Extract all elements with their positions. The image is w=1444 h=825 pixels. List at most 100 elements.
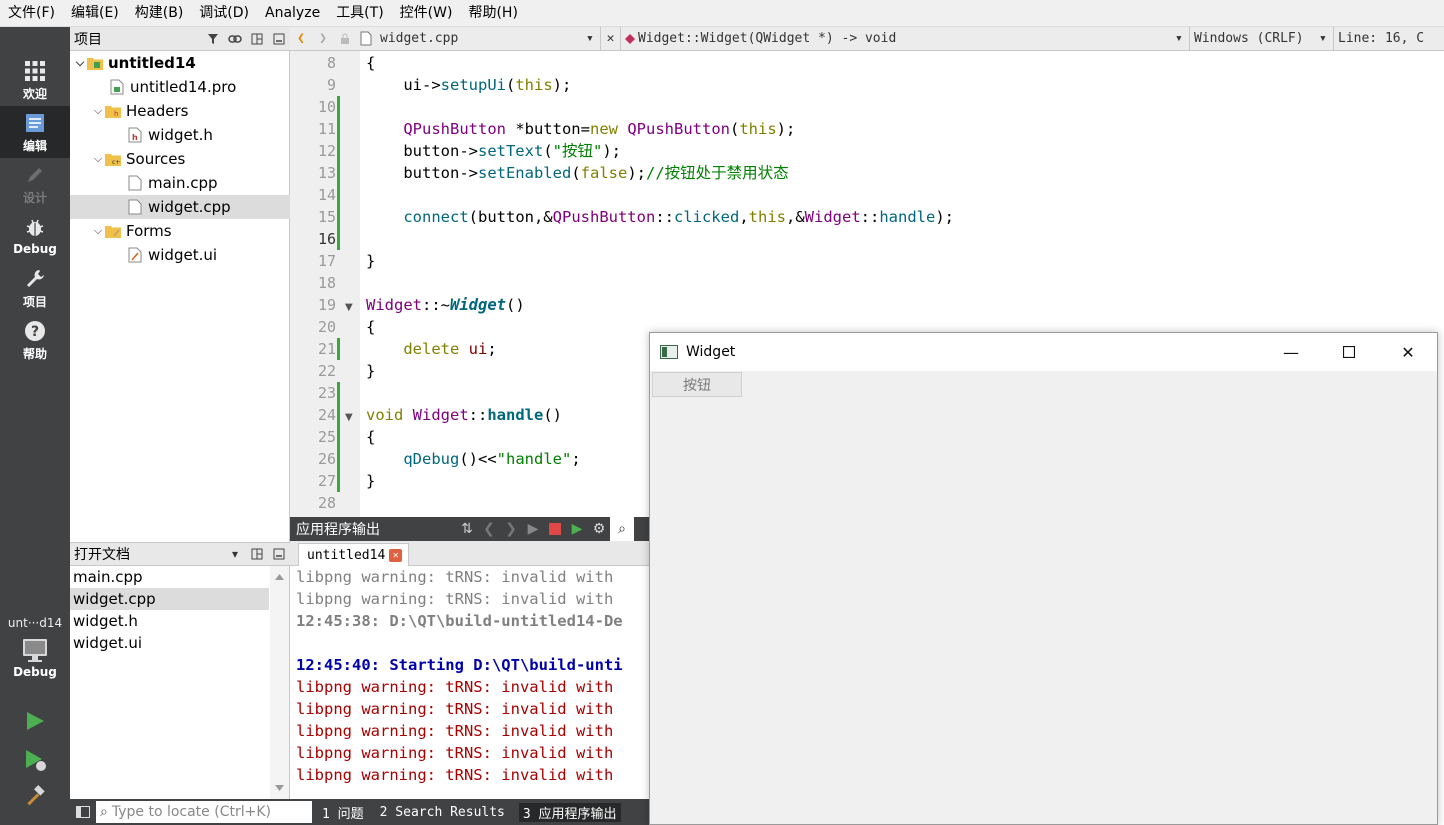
open-doc-item[interactable]: widget.ui	[70, 632, 269, 654]
code-line: button->setText("按钮");	[366, 142, 621, 160]
tree-item-main-cpp[interactable]: main.cpp	[70, 171, 290, 195]
tree-item-headers[interactable]: ⌵ h Headers	[70, 99, 290, 123]
open-doc-item[interactable]: widget.h	[70, 610, 269, 632]
mode-design[interactable]: 设计	[0, 158, 70, 210]
tree-item-widget-h[interactable]: h widget.h	[70, 123, 290, 147]
tree-item-pro[interactable]: untitled14.pro	[70, 75, 290, 99]
sidebar-toggle-icon[interactable]	[76, 806, 90, 818]
link-icon[interactable]	[224, 28, 246, 50]
tree-item-widget-cpp[interactable]: widget.cpp	[70, 195, 290, 219]
menu-debug[interactable]: 调试(D)	[191, 0, 257, 27]
menu-tools[interactable]: 工具(T)	[328, 0, 391, 27]
chevron-down-icon[interactable]: ⌵	[91, 152, 105, 166]
chevron-down-icon[interactable]: ▾	[1175, 27, 1189, 50]
widget-window-titlebar[interactable]: Widget — ✕	[650, 333, 1437, 371]
tree-item-label: widget.ui	[148, 246, 218, 264]
line-number: 9	[326, 76, 336, 94]
close-icon[interactable]: ✕	[389, 548, 403, 562]
mode-label: 设计	[22, 190, 47, 205]
line-number: 17	[317, 252, 336, 270]
kit-selector[interactable]: Debug	[0, 635, 70, 693]
search-icon[interactable]: ⌕	[610, 517, 634, 541]
line-number: 11	[317, 120, 336, 138]
help-icon: ?	[24, 319, 46, 343]
menu-file[interactable]: 文件(F)	[0, 0, 63, 27]
svg-text:h: h	[132, 133, 138, 142]
mode-projects[interactable]: 项目	[0, 262, 70, 314]
prev-arrow-icon[interactable]: ❮	[478, 521, 500, 537]
status-tab-issues[interactable]: 1 问题	[322, 803, 364, 822]
output-console[interactable]: libpng warning: tRNS: invalid with libpn…	[290, 566, 650, 799]
forward-arrow-icon[interactable]: ❯	[312, 27, 334, 50]
chevron-down-icon[interactable]: ⌵	[91, 104, 105, 118]
next-arrow-icon[interactable]: ❯	[500, 521, 522, 537]
filter-icon[interactable]	[202, 28, 224, 50]
status-tab-app-output[interactable]: 3 应用程序输出	[518, 802, 621, 822]
line-number: 8	[326, 54, 336, 72]
output-tab[interactable]: untitled14 ✕	[298, 543, 410, 566]
attach-icon[interactable]: ⇅	[456, 521, 478, 537]
menu-build[interactable]: 构建(B)	[127, 0, 192, 27]
locator-input[interactable]: ⌕ Type to locate (Ctrl+K)	[96, 801, 312, 823]
close-pane-icon[interactable]	[268, 543, 290, 565]
folder-icon: c+	[105, 151, 121, 167]
mode-help[interactable]: ? 帮助	[0, 314, 70, 366]
mode-welcome[interactable]: 欢迎	[0, 54, 70, 106]
run-button[interactable]	[20, 706, 50, 736]
close-pane-icon[interactable]	[268, 28, 290, 50]
menu-bar: 文件(F) 编辑(E) 构建(B) 调试(D) Analyze 工具(T) 控件…	[0, 0, 1444, 27]
tree-item-project[interactable]: ⌵ untitled14	[70, 51, 290, 75]
open-documents-scrollbar[interactable]	[270, 566, 289, 799]
fold-marker-icon[interactable]: ▼	[345, 412, 353, 423]
close-file-icon[interactable]: ✕	[600, 27, 620, 50]
chevron-down-icon[interactable]: ⌵	[73, 56, 87, 70]
split-icon[interactable]	[246, 543, 268, 565]
mode-debug[interactable]: Debug	[0, 210, 70, 262]
bug-icon	[24, 216, 46, 240]
back-arrow-icon[interactable]: ❮	[290, 27, 312, 50]
maximize-icon[interactable]	[1320, 333, 1378, 371]
mode-label: 欢迎	[22, 86, 47, 101]
tree-item-forms[interactable]: ⌵ Forms	[70, 219, 290, 243]
menu-help[interactable]: 帮助(H)	[460, 0, 525, 27]
line-number: 22	[317, 362, 336, 380]
open-doc-item[interactable]: main.cpp	[70, 566, 269, 588]
tree-item-widget-ui[interactable]: widget.ui	[70, 243, 290, 267]
build-button[interactable]	[20, 781, 50, 811]
code-line: void Widget::handle()	[366, 406, 563, 424]
close-icon[interactable]: ✕	[1379, 333, 1437, 371]
monitor-icon	[23, 639, 47, 662]
split-icon[interactable]	[246, 28, 268, 50]
chevron-down-icon[interactable]: ⌵	[91, 224, 105, 238]
minimize-icon[interactable]: —	[1262, 333, 1320, 371]
status-tab-search-results[interactable]: 2 Search Results	[380, 805, 505, 820]
open-documents-title: 打开文档	[74, 547, 130, 563]
menu-analyze[interactable]: Analyze	[257, 0, 328, 27]
document-icon	[24, 111, 46, 135]
file-selector[interactable]: widget.cpp	[376, 27, 586, 50]
code-line: }	[366, 472, 376, 490]
widget-window: Widget — ✕ 按钮	[649, 332, 1438, 825]
stop-icon[interactable]	[544, 523, 566, 535]
debug-play-icon[interactable]: ▶	[566, 521, 588, 537]
code-line: {	[366, 318, 376, 336]
menu-edit[interactable]: 编辑(E)	[63, 0, 127, 27]
debug-run-button[interactable]	[20, 745, 50, 775]
symbol-selector[interactable]: Widget::Widget(QWidget *) -> void	[638, 27, 1175, 50]
chevron-down-icon[interactable]: ▾	[224, 543, 246, 565]
chevron-down-icon[interactable]: ▾	[586, 27, 600, 50]
cursor-position[interactable]: Line: 16, C	[1333, 27, 1424, 50]
status-bar: ⌕ Type to locate (Ctrl+K) 1 问题 2 Search …	[70, 799, 650, 825]
menu-widgets[interactable]: 控件(W)	[392, 0, 461, 27]
mode-edit[interactable]: 编辑	[0, 106, 70, 158]
open-doc-item[interactable]: widget.cpp	[70, 588, 269, 610]
line-number: 28	[317, 494, 336, 512]
play-icon[interactable]: ▶	[522, 521, 544, 537]
line-number: 18	[317, 274, 336, 292]
tree-item-sources[interactable]: ⌵ c+ Sources	[70, 147, 290, 171]
fold-marker-icon[interactable]: ▼	[345, 302, 353, 313]
gear-icon[interactable]: ⚙	[588, 521, 610, 537]
project-tree: ⌵ untitled14 untitled14.pro ⌵ h Headers …	[70, 51, 290, 542]
line-ending-selector[interactable]: Windows (CRLF)	[1189, 27, 1319, 50]
chevron-down-icon[interactable]: ▾	[1319, 27, 1333, 50]
